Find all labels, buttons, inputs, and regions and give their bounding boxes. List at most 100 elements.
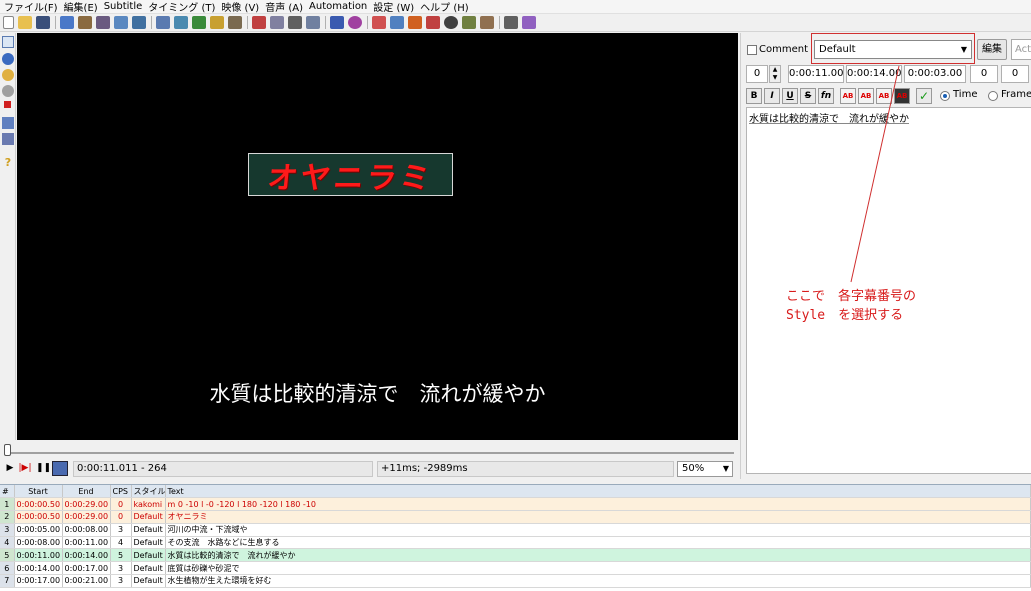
row-style: Default [131,561,166,576]
strikeout-button[interactable]: S [800,88,816,104]
actor-input[interactable]: Actor [1011,39,1031,60]
kanji-icon[interactable] [306,16,320,29]
jump-icon[interactable] [60,16,74,29]
help-icon[interactable]: ? [2,157,14,169]
open-file-icon[interactable] [18,16,32,29]
comment-label: Comment [759,44,808,55]
video-display[interactable]: オヤニラミ 水質は比較的清涼で 流れが緩やか [17,33,738,440]
shift-times-icon[interactable] [444,16,458,29]
menu-video[interactable]: 映像 (V) [221,0,265,14]
menu-audio[interactable]: 音声 (A) [265,0,309,14]
translation-icon[interactable] [270,16,284,29]
video-seek-bar[interactable] [0,441,738,458]
outline-color-button[interactable]: AB [876,88,892,104]
row-end: 0:00:29.00 [62,510,111,524]
video-time-field[interactable]: 0:00:11.011 - 264 [73,461,373,477]
about-icon[interactable] [522,16,536,29]
tools-icon[interactable] [504,16,518,29]
import-icon[interactable] [114,16,128,29]
margin-left-field[interactable]: 0 [970,65,998,83]
row-style: Default [131,523,166,537]
new-file-icon[interactable] [3,16,14,29]
layer-spinner[interactable]: ▲ ▼ [769,65,781,83]
stop-icon[interactable]: ❚❚ [36,463,51,473]
grid-header-end[interactable]: End [62,485,111,499]
grid-header-number[interactable]: # [0,485,15,499]
grid-header-start[interactable]: Start [14,485,63,499]
menu-automation[interactable]: Automation [309,1,373,12]
row-text: 河川の中流・下流域や [165,523,1031,537]
properties-icon[interactable] [156,16,170,29]
seek-thumb[interactable] [4,444,11,456]
save-file-icon[interactable] [36,16,50,29]
resample-icon[interactable] [228,16,242,29]
attachments-icon[interactable] [192,16,206,29]
standard-tool-icon[interactable] [2,36,14,48]
table-row[interactable]: 4 0:00:08.00 0:00:11.00 4 Default その支流 水… [0,536,1031,550]
snap-end-icon[interactable] [390,16,404,29]
replace-icon[interactable] [96,16,110,29]
snap-keyframe-icon[interactable] [408,16,422,29]
menu-help[interactable]: ヘルプ (H) [420,0,475,14]
table-row[interactable]: 7 0:00:17.00 0:00:21.00 3 Default 水生植物が生… [0,574,1031,588]
layer-field[interactable]: 0 [746,65,768,83]
drag-tool-icon[interactable] [2,53,14,65]
table-row-active[interactable]: 5 0:00:11.00 0:00:14.00 5 Default 水質は比較的… [0,548,1031,563]
grid-header-text[interactable]: Text [165,485,1031,499]
rotate-z-icon[interactable] [2,69,14,81]
menu-timing[interactable]: タイミング (T) [148,0,221,14]
edit-icon[interactable] [288,16,302,29]
secondary-color-button[interactable]: AB [858,88,874,104]
frame-radio[interactable] [988,91,998,101]
underline-button[interactable]: U [782,88,798,104]
video-zoom-icon[interactable] [426,16,440,29]
find-icon[interactable] [78,16,92,29]
duration-field[interactable]: 0:00:03.00 [904,65,966,83]
zoom-value: 50% [682,463,705,474]
end-time-field[interactable]: 0:00:14.00 [846,65,902,83]
options-icon[interactable] [348,16,362,29]
shadow-color-button[interactable]: AB [894,88,910,104]
row-start: 0:00:08.00 [14,536,63,550]
menu-settings[interactable]: 設定 (W) [373,0,420,14]
bold-button[interactable]: B [746,88,762,104]
grid-header-style[interactable]: スタイル [131,485,166,499]
vector-clip-icon[interactable] [2,133,14,145]
italic-button[interactable]: I [764,88,780,104]
menu-subtitle[interactable]: Subtitle [104,1,149,12]
table-row[interactable]: 3 0:00:05.00 0:00:08.00 3 Default 河川の中流・… [0,523,1031,537]
autoscroll-icon[interactable] [52,461,68,476]
fonts-icon[interactable] [210,16,224,29]
menu-edit[interactable]: 編集(E) [64,0,104,14]
kanji-timer-icon[interactable] [480,16,494,29]
automation-icon[interactable] [330,16,344,29]
edit-style-button[interactable]: 編集 [977,39,1007,60]
table-row[interactable]: 1 0:00:00.50 0:00:29.00 0 kakomi m 0 -10… [0,497,1031,512]
time-radio[interactable] [940,91,950,101]
commit-checkmark-icon[interactable]: ✓ [916,88,932,104]
snap-start-icon[interactable] [372,16,386,29]
clip-tool-icon[interactable] [2,117,14,129]
table-row[interactable]: 6 0:00:14.00 0:00:17.00 3 Default 底質は砂礫や… [0,561,1031,576]
zoom-select[interactable]: 50% ▼ [677,461,733,477]
styles-icon[interactable] [174,16,188,29]
export-icon[interactable] [132,16,146,29]
rotate-xy-icon[interactable] [2,85,14,97]
comment-checkbox[interactable] [747,45,757,55]
start-time-field[interactable]: 0:00:11.00 [788,65,844,83]
spellcheck-icon[interactable] [252,16,266,29]
play-line-icon[interactable]: |▶| [18,463,32,473]
scale-tool-icon[interactable] [4,101,11,108]
timing-postprocess-icon[interactable] [462,16,476,29]
play-icon[interactable]: ▶ [3,463,17,473]
menu-file[interactable]: ファイル(F) [4,0,64,14]
toolbar-separator [325,16,326,29]
primary-color-button[interactable]: AB [840,88,856,104]
table-row[interactable]: 2 0:00:00.50 0:00:29.00 0 Default オヤニラミ [0,510,1031,524]
font-button[interactable]: fn [818,88,834,104]
margin-right-field[interactable]: 0 [1001,65,1029,83]
row-text: その支流 水路などに生息する [165,536,1031,550]
grid-header-cps[interactable]: CPS [110,485,132,499]
row-cps: 4 [110,536,132,550]
row-end: 0:00:17.00 [62,561,111,576]
